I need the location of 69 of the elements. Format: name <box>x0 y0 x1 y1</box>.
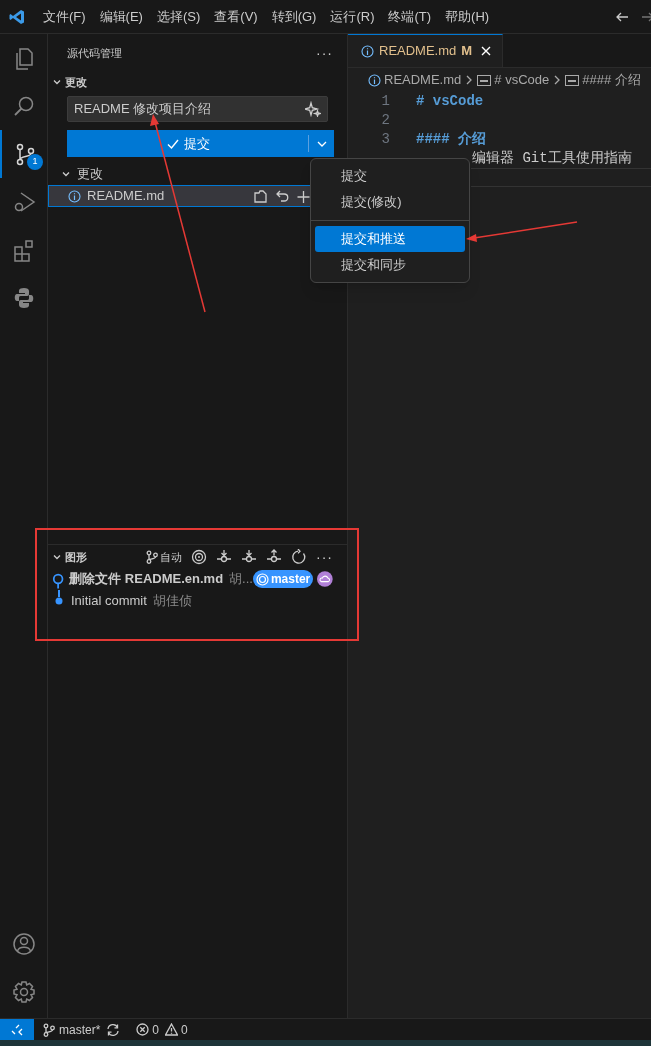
fetch-icon[interactable] <box>216 549 232 565</box>
branch-icon <box>146 550 158 564</box>
menu-item[interactable]: 提交和推送 <box>315 226 465 252</box>
sync-icon[interactable] <box>106 1022 121 1037</box>
plus-icon[interactable] <box>297 188 310 204</box>
code-line: # vsCode <box>416 92 484 111</box>
commit-message[interactable]: Initial commit <box>71 591 147 611</box>
code-line: 编辑器 Git工具使用指南 <box>472 149 632 168</box>
discard-icon[interactable] <box>276 188 289 204</box>
line-number: 1 <box>380 92 390 111</box>
commit-message[interactable]: 删除文件 README.en.md <box>69 569 224 589</box>
branch-icon <box>43 1022 55 1037</box>
close-icon[interactable] <box>480 45 493 57</box>
error-icon <box>136 1023 150 1036</box>
sparkle-icon[interactable] <box>305 101 321 117</box>
settings-icon[interactable] <box>11 980 36 1004</box>
target-icon <box>255 572 269 586</box>
app-logo-icon <box>9 8 25 25</box>
auto-button[interactable]: 自动 <box>146 548 182 566</box>
menu-item[interactable]: 帮助(H) <box>445 6 490 27</box>
more-actions-button[interactable]: ··· <box>316 546 333 568</box>
problems-button[interactable]: 0 0 <box>136 1020 188 1039</box>
count-badge: 1 <box>27 154 43 170</box>
string-symbol-icon <box>477 74 492 86</box>
info-icon <box>68 189 81 203</box>
menu-item[interactable]: 选择(S) <box>156 6 201 27</box>
code-line: #### 介绍 <box>416 130 486 149</box>
menu-item[interactable]: 查看(V) <box>214 6 258 27</box>
branch-badge: master <box>252 570 314 588</box>
file-row[interactable]: README.md <box>48 185 310 207</box>
menu-item[interactable]: 编辑(E) <box>99 6 143 27</box>
chevron-down-icon[interactable] <box>61 169 71 179</box>
menu-item[interactable]: 文件(F) <box>43 6 86 27</box>
menu-item[interactable]: 提交和同步 <box>315 252 465 278</box>
menu-item[interactable]: 提交 <box>315 163 465 189</box>
menu-item[interactable]: 终端(T) <box>388 6 432 27</box>
section-header[interactable]: 更改 <box>65 73 87 91</box>
string-symbol-icon <box>565 74 580 86</box>
refresh-icon[interactable] <box>291 549 307 565</box>
branch-button[interactable]: master* <box>43 1020 101 1039</box>
commit-message-field[interactable]: README 修改项目介绍 <box>67 96 328 122</box>
section-header[interactable]: 图形 <box>65 548 87 566</box>
more-actions-button[interactable]: ··· <box>316 42 333 64</box>
chevron-down-icon[interactable] <box>52 552 62 562</box>
breadcrumb-item[interactable]: README.md <box>384 70 462 90</box>
open-file-icon[interactable] <box>253 188 268 204</box>
breadcrumb-item[interactable]: #### 介绍 <box>582 70 641 90</box>
line-number: 2 <box>380 111 390 130</box>
modified-indicator: M <box>461 42 473 61</box>
info-icon <box>368 73 381 87</box>
commit-author: 胡... <box>229 570 253 589</box>
target-icon[interactable] <box>191 549 207 565</box>
account-icon[interactable] <box>11 932 36 956</box>
editor-tab[interactable]: README.md M <box>348 34 504 67</box>
group-header[interactable]: 更改 <box>77 164 103 184</box>
pull-icon[interactable] <box>241 549 257 565</box>
menu-item[interactable]: 提交(修改) <box>315 189 465 215</box>
breadcrumb-item[interactable]: # vsCode <box>494 70 550 90</box>
chevron-down-icon[interactable] <box>52 77 62 87</box>
panel-title: 源代码管理 <box>67 45 122 61</box>
push-icon[interactable] <box>266 549 282 565</box>
menu-item[interactable]: 运行(R) <box>330 6 375 27</box>
remote-icon <box>11 1023 23 1036</box>
warning-icon <box>165 1023 179 1036</box>
info-icon <box>361 44 374 58</box>
menu-item[interactable]: 转到(G) <box>271 6 317 27</box>
extensions-icon[interactable] <box>11 238 36 262</box>
commit-author: 胡佳侦 <box>152 592 192 611</box>
line-number: 3 <box>380 130 390 149</box>
